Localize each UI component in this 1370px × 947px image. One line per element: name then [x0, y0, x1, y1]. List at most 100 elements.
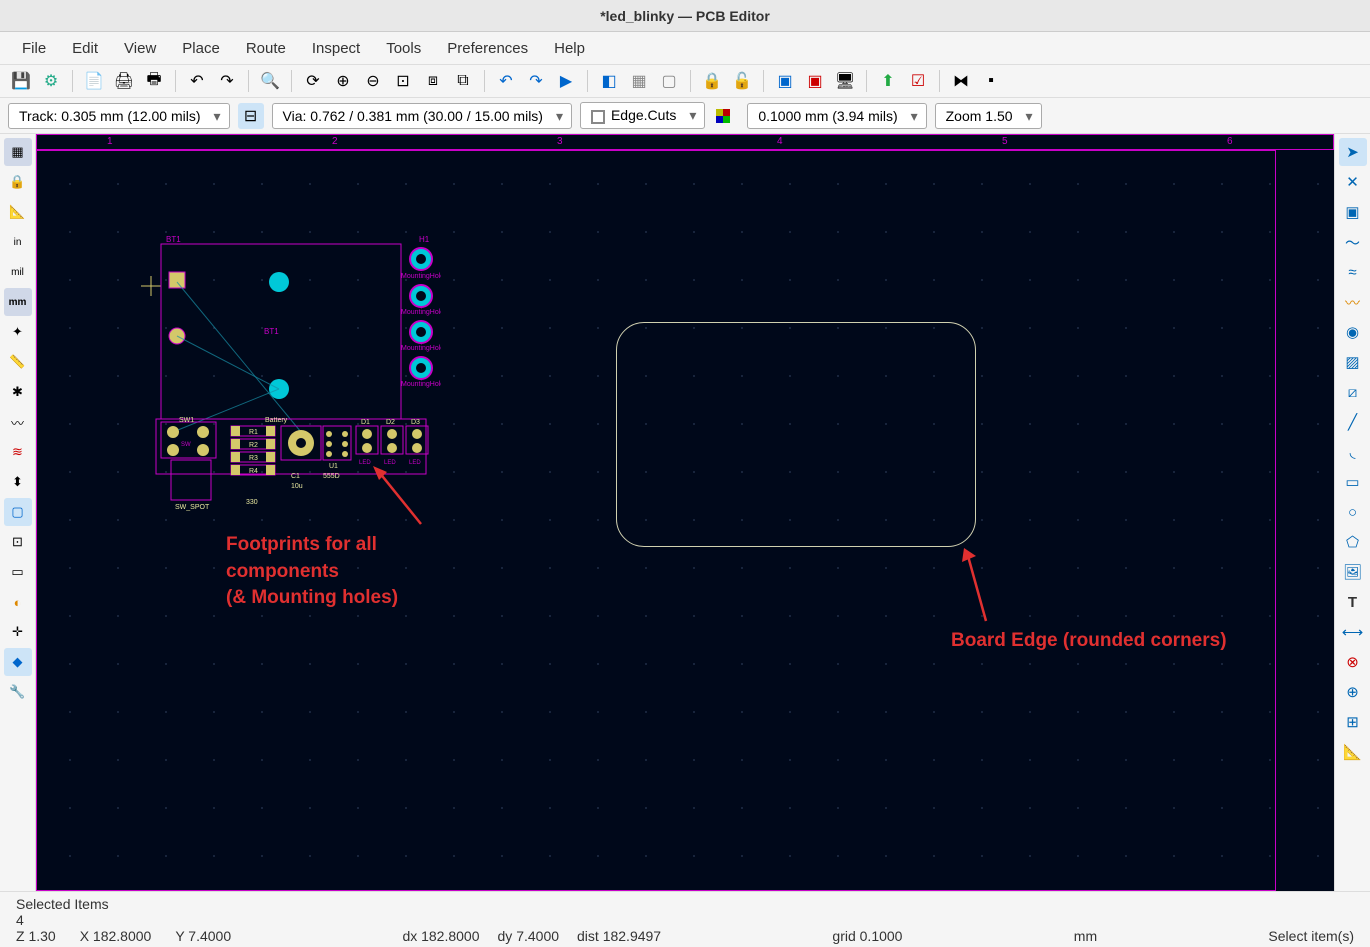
redo-warp-icon[interactable]: ↷: [523, 68, 549, 94]
add-text-icon[interactable]: T: [1339, 588, 1367, 616]
add-keepout-icon[interactable]: ⧄: [1339, 378, 1367, 406]
tune-length-icon[interactable]: 〰: [1339, 288, 1367, 316]
properties-icon[interactable]: 🔧: [4, 678, 32, 706]
zone-display-icon[interactable]: ⬍: [4, 468, 32, 496]
svg-text:MountingHole: MountingHole: [401, 309, 441, 316]
auto-track-icon[interactable]: ⊟: [238, 103, 264, 129]
appearance-icon[interactable]: ◆: [4, 648, 32, 676]
net-inspector-icon[interactable]: ✛: [4, 618, 32, 646]
svg-text:MountingHole: MountingHole: [401, 345, 441, 352]
zoom-fit-objects-icon[interactable]: ⧈: [420, 68, 446, 94]
svg-text:R1: R1: [249, 429, 258, 436]
pad-display-icon[interactable]: ▢: [4, 498, 32, 526]
unlock-icon[interactable]: 🔓: [729, 68, 755, 94]
delete-icon[interactable]: ⊗: [1339, 648, 1367, 676]
cursor-shape-icon[interactable]: ✦: [4, 318, 32, 346]
contrast-icon[interactable]: ◐: [4, 588, 32, 616]
always-show-cursor-icon[interactable]: 📏: [4, 348, 32, 376]
menu-tools[interactable]: Tools: [374, 36, 433, 61]
draw-arc-icon[interactable]: ◟: [1339, 438, 1367, 466]
place-footprint-icon[interactable]: ▣: [1339, 198, 1367, 226]
svg-text:U1: U1: [329, 463, 338, 470]
zoom-select[interactable]: Zoom 1.50: [935, 103, 1042, 129]
board-setup-icon[interactable]: ⚙: [38, 68, 64, 94]
menu-file[interactable]: File: [10, 36, 58, 61]
draw-rect-icon[interactable]: ▭: [1339, 468, 1367, 496]
polar-coords-icon[interactable]: 📐: [4, 198, 32, 226]
track-width-select[interactable]: Track: 0.305 mm (12.00 mils): [8, 103, 230, 129]
status-dx: dx 182.8000: [402, 928, 479, 944]
set-origin-icon[interactable]: ⊕: [1339, 678, 1367, 706]
via-display-icon[interactable]: ⊡: [4, 528, 32, 556]
locked-items-icon[interactable]: 🔒: [4, 168, 32, 196]
right-toolbar: ➤ ✕ ▣ 〜 ≈ 〰 ◉ ▨ ⧄ ╱ ◟ ▭ ○ ⬠ 🖼 T ⟷ ⊗ ⊕ ⊞ …: [1334, 134, 1370, 891]
annotation-footprints: Footprints for all components (& Mountin…: [226, 532, 398, 612]
layer-pair-icon[interactable]: [713, 103, 739, 129]
update-from-schematic-icon[interactable]: ⬆: [875, 68, 901, 94]
draw-line-icon[interactable]: ╱: [1339, 408, 1367, 436]
undo-icon[interactable]: ↶: [184, 68, 210, 94]
ratsnest-icon[interactable]: ▦: [626, 68, 652, 94]
curved-ratsnest-icon[interactable]: 〰: [4, 408, 32, 436]
status-dist: dist 182.9497: [577, 928, 661, 944]
svg-text:D2: D2: [386, 419, 395, 426]
3d-viewer-icon[interactable]: 🖥: [832, 68, 858, 94]
add-zone-icon[interactable]: ▨: [1339, 348, 1367, 376]
add-dimension-icon[interactable]: ⟷: [1339, 618, 1367, 646]
grid-toggle-icon[interactable]: ▦: [4, 138, 32, 166]
zoom-fit-icon[interactable]: ⊡: [390, 68, 416, 94]
lock-icon[interactable]: 🔒: [699, 68, 725, 94]
board-outline[interactable]: [616, 322, 976, 547]
net-colors-icon[interactable]: ≋: [4, 438, 32, 466]
route-track-icon[interactable]: 〜: [1339, 228, 1367, 256]
page-settings-icon[interactable]: 📄: [81, 68, 107, 94]
zoom-in-icon[interactable]: ⊕: [330, 68, 356, 94]
drc-icon[interactable]: ☑: [905, 68, 931, 94]
save-icon[interactable]: 💾: [8, 68, 34, 94]
menu-route[interactable]: Route: [234, 36, 298, 61]
highlight-net-icon[interactable]: ✕: [1339, 168, 1367, 196]
via-size-select[interactable]: Via: 0.762 / 0.381 mm (30.00 / 15.00 mil…: [272, 103, 572, 129]
menu-place[interactable]: Place: [170, 36, 232, 61]
flip-icon[interactable]: ◧: [596, 68, 622, 94]
inches-icon[interactable]: in: [4, 228, 32, 256]
plot-icon[interactable]: 🖶: [141, 68, 167, 94]
zoom-out-icon[interactable]: ⊖: [360, 68, 386, 94]
layer-select[interactable]: Edge.Cuts: [580, 102, 705, 128]
print-icon[interactable]: 🖨: [111, 68, 137, 94]
zoom-refresh-icon[interactable]: ⟳: [300, 68, 326, 94]
scripting-icon-1[interactable]: ⧓: [948, 68, 974, 94]
track-display-icon[interactable]: ▭: [4, 558, 32, 586]
draw-polygon-icon[interactable]: ⬠: [1339, 528, 1367, 556]
status-selected-label: Selected Items: [16, 896, 109, 912]
zoom-selection-icon[interactable]: ⧉: [450, 68, 476, 94]
find-icon[interactable]: 🔍: [257, 68, 283, 94]
measure-icon[interactable]: 📐: [1339, 738, 1367, 766]
footprint-editor-icon[interactable]: ▣: [772, 68, 798, 94]
add-via-icon[interactable]: ◉: [1339, 318, 1367, 346]
footprint-browser-icon[interactable]: ▣: [802, 68, 828, 94]
mils-icon[interactable]: mil: [4, 258, 32, 286]
add-image-icon[interactable]: 🖼: [1339, 558, 1367, 586]
aux-toolbar: Track: 0.305 mm (12.00 mils) ⊟ Via: 0.76…: [0, 98, 1370, 134]
grid-select[interactable]: 0.1000 mm (3.94 mils): [747, 103, 926, 129]
cursor-icon[interactable]: ▶: [553, 68, 579, 94]
svg-text:MountingHole: MountingHole: [401, 381, 441, 388]
menu-edit[interactable]: Edit: [60, 36, 110, 61]
status-grid: grid 0.1000: [832, 928, 902, 944]
mm-icon[interactable]: mm: [4, 288, 32, 316]
route-diff-pair-icon[interactable]: ≈: [1339, 258, 1367, 286]
menu-inspect[interactable]: Inspect: [300, 36, 372, 61]
menu-view[interactable]: View: [112, 36, 168, 61]
scripting-icon-2[interactable]: ▪: [978, 68, 1004, 94]
pcb-canvas[interactable]: 1 2 3 4 5 6 A B C BT1 BT1: [36, 134, 1334, 891]
show-layers-icon[interactable]: ▢: [656, 68, 682, 94]
grid-origin-icon[interactable]: ⊞: [1339, 708, 1367, 736]
menu-help[interactable]: Help: [542, 36, 597, 61]
undo-warp-icon[interactable]: ↶: [493, 68, 519, 94]
menu-preferences[interactable]: Preferences: [435, 36, 540, 61]
redo-icon[interactable]: ↷: [214, 68, 240, 94]
draw-circle-icon[interactable]: ○: [1339, 498, 1367, 526]
select-tool-icon[interactable]: ➤: [1339, 138, 1367, 166]
ratsnest-toggle-icon[interactable]: ✱: [4, 378, 32, 406]
